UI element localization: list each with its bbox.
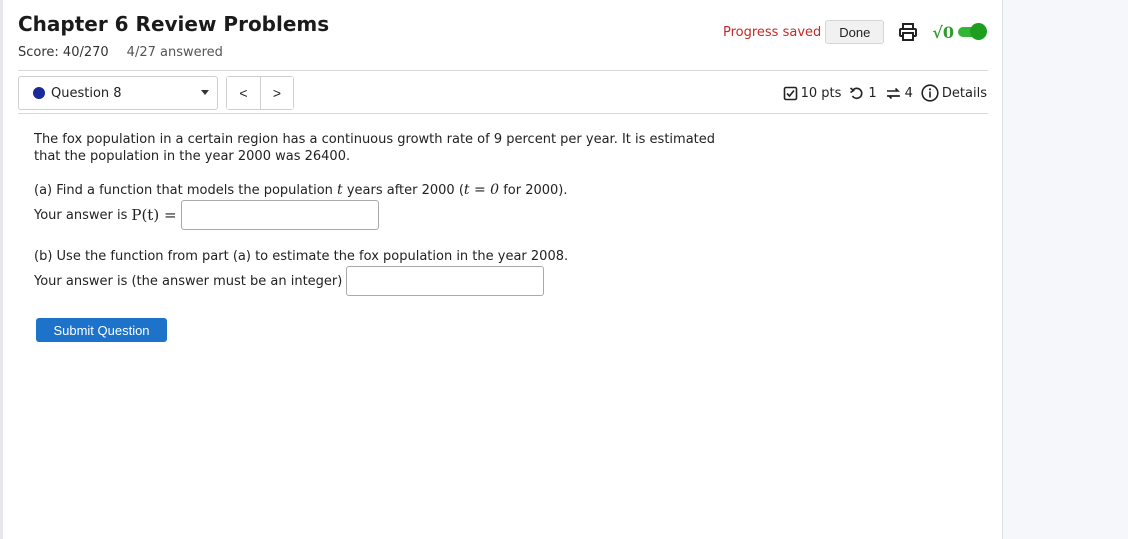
divider — [18, 70, 988, 71]
part-a-text: for 2000). — [499, 183, 568, 198]
question-selector-label: Question 8 — [51, 85, 122, 101]
part-a-prompt: (a) Find a function that models the popu… — [34, 182, 568, 199]
part-a-text: (a) Find a function that models the popu… — [34, 183, 338, 198]
previous-question-button[interactable]: < — [227, 77, 260, 109]
part-b-answer-input[interactable] — [346, 266, 545, 296]
tries-info: 1 — [849, 85, 877, 101]
square-root-icon: √0 — [932, 22, 954, 42]
part-a-answer-row: Your answer is P(t) = — [34, 200, 379, 230]
info-icon — [921, 84, 939, 102]
part-a-text: years after 2000 ( — [342, 183, 464, 198]
score-line: Score: 40/270 4/27 answered — [18, 45, 223, 60]
toggle-knob — [970, 23, 987, 40]
question-selector[interactable]: Question 8 — [18, 76, 218, 110]
answer-label: Your answer is — [34, 207, 128, 223]
score-text: Score: 40/270 — [18, 45, 109, 60]
print-icon[interactable] — [898, 22, 918, 42]
page-title: Chapter 6 Review Problems — [18, 12, 330, 36]
caret-down-icon — [201, 90, 209, 95]
checkbox-icon — [783, 86, 797, 100]
divider — [18, 113, 988, 114]
points-text: 10 pts — [800, 85, 842, 101]
shuffle-icon — [886, 87, 900, 99]
question-body: The fox population in a certain region h… — [34, 131, 734, 296]
part-b-answer-row: Your answer is (the answer must be an in… — [34, 266, 545, 296]
progress-saved-status: Progress saved — [722, 24, 822, 40]
question-intro: The fox population in a certain region h… — [34, 132, 716, 164]
math-equation: t = 0 — [463, 182, 500, 198]
answered-count: 4/27 answered — [126, 45, 223, 60]
details-link[interactable]: Details — [921, 84, 987, 102]
answer-math-label: P(t) = — [131, 205, 177, 224]
submit-question-button[interactable]: Submit Question — [36, 318, 167, 342]
question-nav: < > — [226, 76, 294, 110]
tries-count: 1 — [868, 85, 877, 101]
retry-icon — [850, 86, 863, 99]
versions-info: 4 — [885, 86, 913, 101]
points-info: 10 pts — [783, 85, 842, 101]
details-label: Details — [941, 85, 987, 101]
done-button[interactable]: Done — [825, 20, 885, 44]
question-status-dot — [33, 87, 45, 99]
header-actions: Progress saved Done √0 — [722, 20, 987, 44]
question-meta: 10 pts 1 4 Details — [783, 84, 987, 102]
part-a-answer-input[interactable] — [180, 200, 379, 230]
answer-label: Your answer is (the answer must be an in… — [34, 273, 343, 289]
part-b-prompt: (b) Use the function from part (a) to es… — [34, 249, 569, 264]
next-question-button[interactable]: > — [259, 77, 293, 109]
math-display-toggle[interactable]: √0 — [932, 22, 987, 42]
versions-count: 4 — [904, 85, 913, 101]
question-card: Chapter 6 Review Problems Score: 40/270 4… — [3, 0, 1003, 539]
toggle-switch[interactable] — [958, 23, 987, 40]
